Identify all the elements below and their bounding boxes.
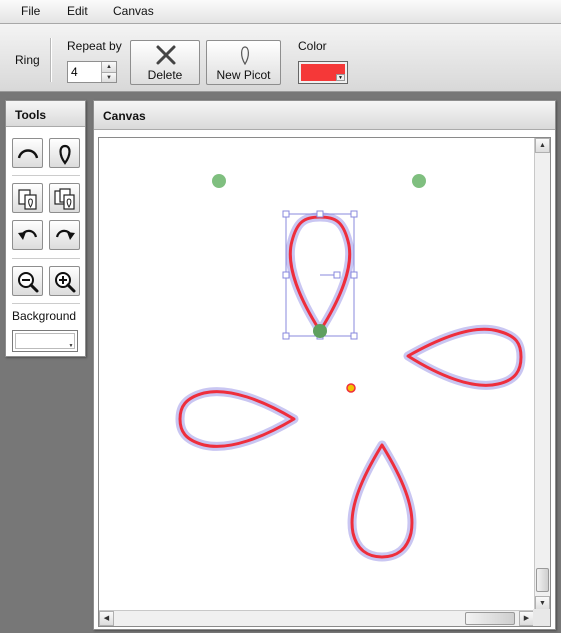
menu-file[interactable]: File [21, 4, 40, 18]
resize-handle[interactable] [350, 271, 358, 279]
zoom-out-tool-button[interactable] [12, 266, 43, 296]
color-picker[interactable]: ▼ [298, 61, 348, 84]
scrollbar-corner [533, 609, 550, 626]
background-dropdown-arrow-icon: ▼ [68, 343, 74, 349]
ring-petal-bottom[interactable] [347, 440, 417, 562]
arc-icon [17, 149, 39, 159]
rotate-handle[interactable] [333, 271, 341, 279]
anchor-point[interactable] [313, 324, 327, 338]
undo-tool-button[interactable] [12, 220, 43, 250]
resize-handle[interactable] [282, 210, 290, 218]
resize-handle[interactable] [350, 210, 358, 218]
tools-divider [12, 258, 80, 259]
picot-tool-button[interactable] [49, 138, 80, 168]
vertical-scrollbar[interactable]: ▲ ▼ [534, 138, 550, 611]
tools-panel: Tools Background ▼ [5, 100, 86, 357]
picot-icon [59, 144, 71, 165]
tools-divider [12, 175, 80, 176]
drawing-canvas[interactable]: ▲ ▼ ◀ ▶ [98, 137, 551, 627]
tools-panel-title: Tools [6, 101, 85, 127]
repeat-by-label: Repeat by [67, 39, 122, 53]
redo-icon [55, 229, 75, 240]
zoom-in-icon [55, 272, 76, 293]
copy-icon [18, 189, 37, 210]
menu-edit[interactable]: Edit [67, 4, 88, 18]
ring-petal-right[interactable] [403, 324, 526, 390]
vertical-scroll-thumb[interactable] [536, 568, 549, 592]
ring-center-point[interactable] [346, 383, 356, 393]
resize-handle[interactable] [316, 210, 324, 218]
background-swatch [15, 333, 75, 349]
menu-bar: File Edit Canvas [0, 0, 561, 24]
color-dropdown-arrow-icon: ▼ [336, 74, 345, 81]
drawing-surface[interactable] [99, 138, 534, 611]
copy-tool-button[interactable] [12, 183, 43, 213]
horizontal-scroll-thumb[interactable] [465, 612, 515, 625]
delete-button[interactable]: Delete [130, 40, 200, 85]
picot-icon [241, 46, 249, 66]
control-point[interactable] [412, 174, 426, 188]
delete-x-icon [156, 45, 176, 65]
resize-handle[interactable] [350, 332, 358, 340]
resize-handle[interactable] [282, 332, 290, 340]
paste-tool-button[interactable] [49, 183, 80, 213]
toolbar-divider [50, 38, 51, 82]
control-point[interactable] [212, 174, 226, 188]
repeat-input[interactable] [68, 62, 100, 82]
ring-petal-left[interactable] [175, 387, 299, 451]
paste-icon [54, 188, 75, 210]
redo-tool-button[interactable] [49, 220, 80, 250]
menu-canvas[interactable]: Canvas [113, 4, 154, 18]
canvas-panel-title: Canvas [94, 101, 555, 130]
zoom-out-icon [18, 272, 39, 293]
background-label: Background [12, 309, 77, 323]
delete-label: Delete [147, 68, 183, 82]
ring-label: Ring [15, 53, 40, 67]
resize-handle[interactable] [282, 271, 290, 279]
new-picot-label: New Picot [216, 68, 271, 82]
spin-up-button[interactable]: ▲ [101, 62, 116, 72]
zoom-in-tool-button[interactable] [49, 266, 80, 296]
spin-down-button[interactable]: ▼ [101, 72, 116, 82]
color-label: Color [298, 39, 327, 53]
scroll-right-arrow-icon[interactable]: ▶ [519, 611, 534, 626]
scroll-left-arrow-icon[interactable]: ◀ [99, 611, 114, 626]
toolbar: Ring Repeat by ▲ ▼ Delete New Picot Colo… [0, 24, 561, 92]
horizontal-scrollbar[interactable]: ◀ ▶ [99, 610, 534, 626]
ring-petal-top[interactable] [285, 212, 355, 336]
background-select[interactable]: ▼ [12, 330, 78, 352]
arc-tool-button[interactable] [12, 138, 43, 168]
tools-divider [12, 303, 80, 304]
undo-icon [18, 229, 38, 240]
new-picot-button[interactable]: New Picot [206, 40, 281, 85]
canvas-panel: Canvas ▲ ▼ ◀ ▶ [93, 100, 556, 630]
repeat-spinner[interactable]: ▲ ▼ [67, 61, 117, 83]
scroll-up-arrow-icon[interactable]: ▲ [535, 138, 550, 153]
